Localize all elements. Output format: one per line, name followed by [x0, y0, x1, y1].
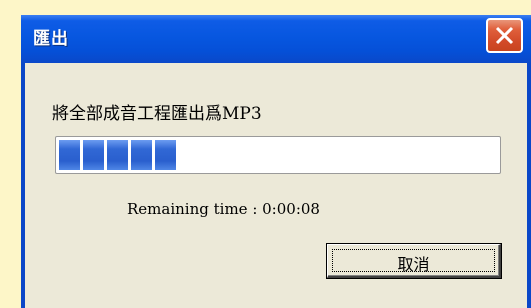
dialog-body: 將全部成音工程匯出爲MP3 Remaining time : 0:00:08 取…	[25, 63, 527, 308]
progress-block	[131, 140, 152, 170]
progress-bar	[55, 136, 501, 174]
progress-block	[83, 140, 104, 170]
export-message: 將全部成音工程匯出爲MP3	[52, 104, 262, 124]
cancel-button[interactable]: 取消	[327, 244, 501, 278]
remaining-time-label: Remaining time : 0:00:08	[127, 200, 320, 218]
progress-block	[59, 140, 80, 170]
window-title: 匯出	[33, 29, 69, 49]
export-dialog-window: 匯出 將全部成音工程匯出爲MP3 Remaining time : 0:00:0…	[21, 15, 531, 308]
close-button[interactable]	[486, 18, 523, 53]
progress-block	[155, 140, 176, 170]
progress-fill	[59, 140, 176, 170]
progress-block	[107, 140, 128, 170]
close-x-icon	[495, 26, 514, 45]
cancel-button-label: 取消	[397, 255, 430, 274]
title-bar[interactable]: 匯出	[21, 15, 531, 63]
